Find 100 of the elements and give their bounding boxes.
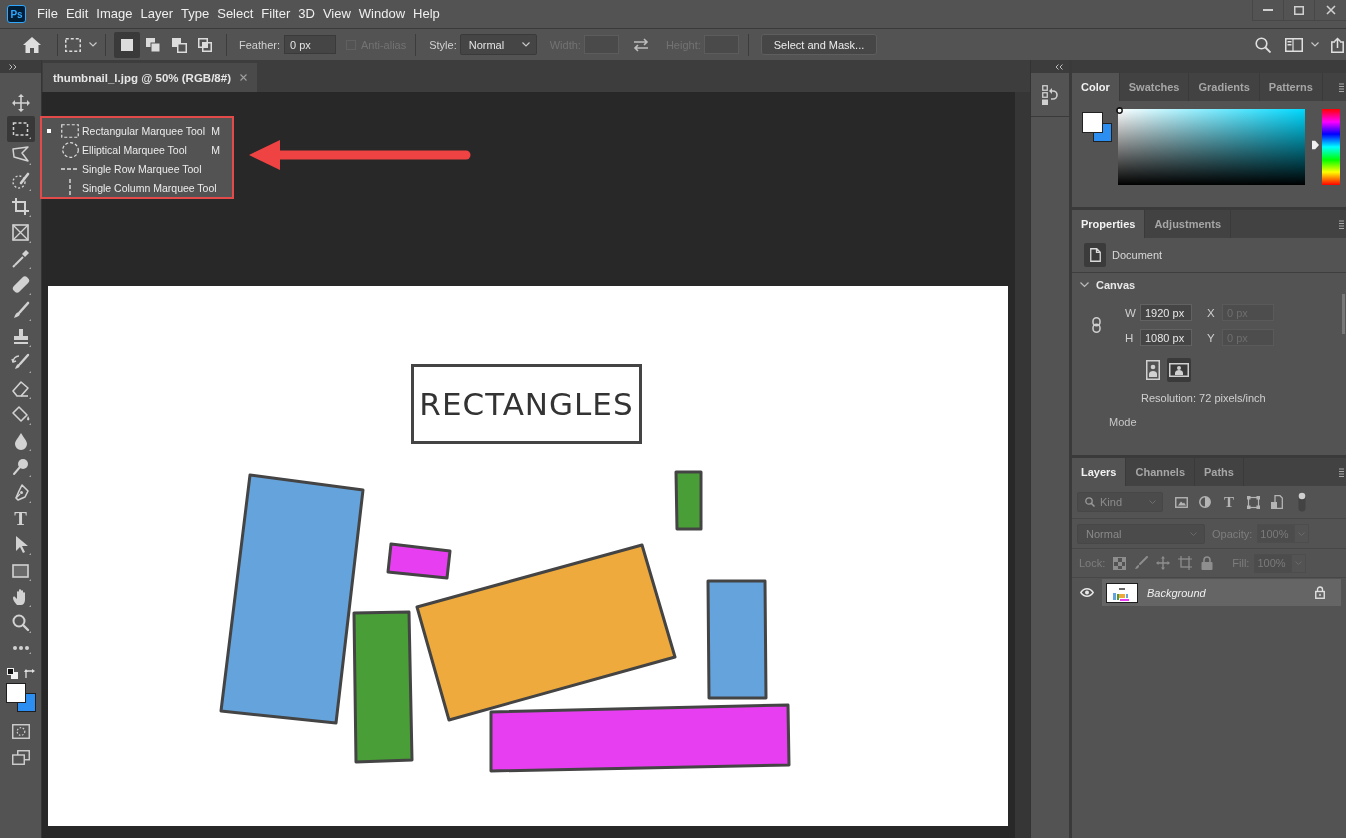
foreground-color-swatch[interactable] — [5, 683, 26, 703]
menu-item[interactable]: Window — [354, 4, 410, 24]
panel-tab[interactable]: Color — [1072, 73, 1120, 101]
new-selection-icon — [119, 36, 135, 53]
frame-icon — [10, 223, 31, 243]
color-field[interactable] — [1118, 109, 1305, 185]
hue-pointer-icon[interactable] — [1312, 140, 1319, 150]
padlock-icon[interactable] — [1315, 586, 1325, 599]
more-dots-icon — [10, 644, 31, 654]
search-icon — [1255, 36, 1271, 53]
menu-item[interactable]: Image — [92, 4, 137, 24]
quick-selection-icon — [10, 171, 31, 191]
style-label: Style: — [429, 38, 457, 51]
padlock-icon — [1201, 556, 1214, 570]
panel-tab[interactable]: Patterns — [1259, 73, 1323, 101]
dimension-field[interactable]: 1080 px — [1140, 329, 1192, 346]
default-colors-icon[interactable] — [6, 668, 18, 679]
close-icon — [1325, 5, 1336, 15]
panel-tab[interactable]: Gradients — [1189, 73, 1260, 101]
menu-item[interactable]: Edit — [61, 4, 93, 24]
chevron-icon[interactable] — [1080, 282, 1089, 288]
menu-item[interactable]: Select — [213, 4, 258, 24]
panel-tab[interactable]: Adjustments — [1145, 210, 1232, 238]
caret-icon — [89, 42, 97, 47]
dashed-rectangle-icon — [10, 119, 31, 139]
share-icon — [1331, 36, 1344, 53]
select-and-mask-button[interactable]: Select and Mask... — [760, 34, 878, 55]
flyout-menu-item[interactable]: Single Row Marquee Tool — [42, 159, 232, 178]
layer-row[interactable]: Background — [1102, 579, 1341, 606]
minimize-icon — [1263, 9, 1273, 11]
tool-button[interactable] — [6, 116, 35, 142]
flyout-menu-item[interactable]: Single Column Marquee Tool — [42, 178, 232, 197]
keyboard-shortcut: M — [211, 124, 220, 137]
field-label: H — [1125, 331, 1135, 344]
maximize-icon — [1294, 5, 1304, 15]
menu-item[interactable]: Type — [177, 4, 214, 24]
foreground-color-swatch[interactable] — [1082, 112, 1103, 133]
swap-colors-icon[interactable] — [23, 668, 35, 679]
eraser-icon — [10, 379, 31, 399]
menu-item[interactable]: Help — [409, 4, 444, 24]
menu-item[interactable]: 3D — [294, 4, 319, 24]
opacity-slider-button[interactable] — [1295, 524, 1310, 543]
flyout-menu-item[interactable]: Elliptical Marquee Tool M — [42, 140, 232, 159]
history-brush-icon — [10, 353, 31, 373]
document-tab[interactable]: thumbnail_l.jpg @ 50% (RGB/8#) — [43, 63, 257, 92]
quick-mask-icon — [11, 723, 30, 739]
zoom-icon — [10, 613, 31, 633]
picker-ring-icon[interactable] — [1116, 107, 1123, 114]
panel-menu-icon[interactable] — [1339, 467, 1344, 477]
dashed-line-icon — [61, 166, 79, 171]
panel-tab[interactable]: Swatches — [1119, 73, 1190, 101]
expand-icon[interactable] — [9, 63, 17, 70]
collapse-icon[interactable] — [1055, 63, 1063, 70]
add-selection-icon — [145, 36, 161, 53]
caret-icon — [1149, 500, 1156, 504]
scrollbar-thumb[interactable] — [1342, 294, 1345, 334]
half-circle-filter-icon — [1199, 496, 1211, 508]
dashed-rectangle-icon — [61, 123, 79, 138]
panel-tab[interactable]: Channels — [1126, 458, 1195, 486]
type-tool-button[interactable]: T — [6, 506, 35, 532]
shape-filter-icon — [1246, 495, 1260, 509]
history-icon — [1042, 84, 1058, 105]
feather-field[interactable]: 0 px — [283, 35, 336, 54]
caret-icon — [1311, 42, 1319, 47]
intersect-selection-icon — [197, 36, 213, 53]
style-dropdown[interactable]: Normal — [459, 34, 537, 55]
polygonal-lasso-icon — [10, 145, 31, 165]
keyboard-shortcut: M — [211, 143, 220, 156]
hand-icon — [10, 587, 31, 607]
panel-tab[interactable]: Layers — [1072, 458, 1127, 486]
document-icon — [1084, 243, 1106, 267]
selection-mode-button[interactable] — [114, 31, 140, 58]
panel-tab[interactable]: Paths — [1195, 458, 1244, 486]
vertical-scrollbar[interactable] — [1015, 92, 1030, 838]
landscape-button[interactable] — [1167, 358, 1191, 382]
hue-slider[interactable] — [1311, 109, 1340, 185]
filter-toggle[interactable] — [1298, 492, 1306, 512]
portrait-icon — [1146, 360, 1160, 380]
screen-mode-icon — [11, 749, 30, 765]
panel-menu-icon[interactable] — [1339, 219, 1344, 229]
menu-item[interactable]: Layer — [136, 4, 178, 24]
smart-object-filter-icon — [1271, 495, 1283, 509]
chain-link-icon[interactable] — [1092, 317, 1101, 333]
brush-icon — [1134, 556, 1149, 570]
dashed-rectangle-icon — [65, 37, 81, 52]
close-icon[interactable] — [240, 74, 247, 81]
subtract-selection-icon — [171, 36, 187, 53]
panel-menu-icon[interactable] — [1339, 82, 1344, 92]
flyout-menu-item[interactable]: Rectangular Marquee Tool M — [42, 121, 232, 140]
home-button[interactable] — [22, 34, 42, 55]
menu-item[interactable]: View — [318, 4, 355, 24]
menu-item[interactable]: File — [33, 4, 62, 24]
menu-item[interactable]: Filter — [257, 4, 295, 24]
type-filter-button[interactable]: T — [1217, 491, 1241, 513]
dimension-field[interactable]: 1920 px — [1140, 304, 1192, 321]
search-icon — [1085, 497, 1095, 507]
fill-slider-button[interactable] — [1292, 553, 1307, 573]
panel-tab[interactable]: Properties — [1072, 210, 1146, 238]
title-lettering: RECTANGLES — [411, 364, 642, 444]
workspace-icon — [1285, 37, 1303, 52]
